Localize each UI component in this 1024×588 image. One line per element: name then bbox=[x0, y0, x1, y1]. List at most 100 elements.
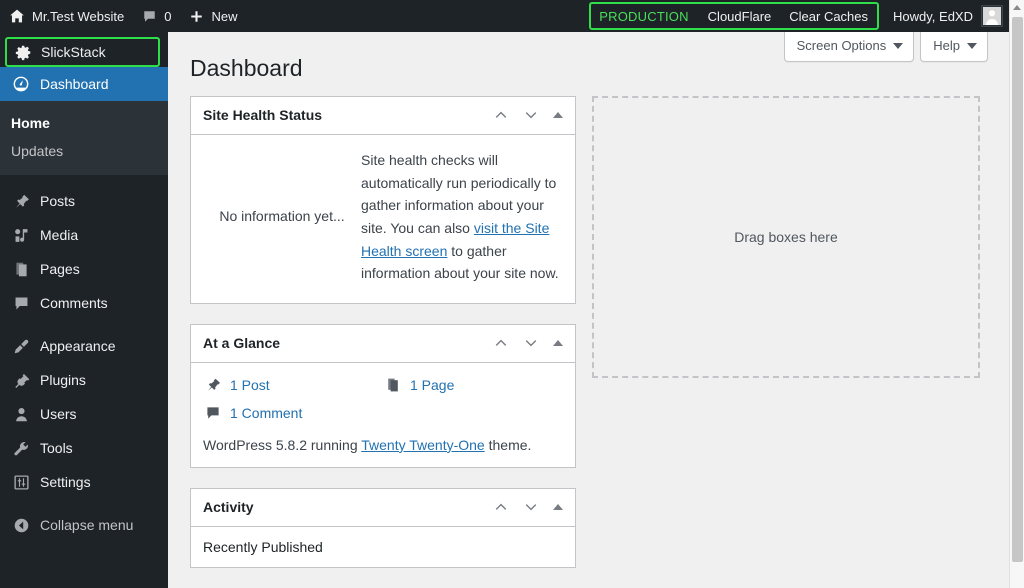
glance-version-prefix: WordPress 5.8.2 running bbox=[203, 436, 362, 453]
drag-boxes-label: Drag boxes here bbox=[734, 228, 838, 245]
sliders-icon bbox=[11, 474, 31, 491]
glance-version-suffix: theme. bbox=[484, 436, 532, 453]
adminbar-clear-caches[interactable]: Clear Caches bbox=[780, 0, 877, 32]
widget-activity: Activity Recently Published bbox=[190, 487, 576, 568]
adminbar-howdy-label: Howdy, EdXD bbox=[893, 8, 973, 24]
move-down-icon[interactable] bbox=[523, 107, 539, 123]
activity-recently-published: Recently Published bbox=[203, 538, 323, 555]
glance-comments-link[interactable]: 1 Comment bbox=[203, 399, 383, 427]
comment-icon bbox=[11, 295, 31, 312]
move-down-icon[interactable] bbox=[523, 335, 539, 351]
pages-icon bbox=[383, 377, 403, 393]
sidebar-item-posts-label: Posts bbox=[40, 193, 76, 209]
scroll-up-arrow-icon[interactable] bbox=[1010, 0, 1024, 15]
pages-icon bbox=[11, 261, 31, 278]
adminbar-cloudflare[interactable]: CloudFlare bbox=[699, 0, 781, 32]
media-icon bbox=[11, 227, 31, 244]
sidebar-item-pages[interactable]: Pages bbox=[0, 252, 168, 286]
adminbar-comments-count: 0 bbox=[164, 8, 172, 24]
chevron-down-icon bbox=[893, 42, 904, 49]
pin-icon bbox=[11, 193, 31, 210]
sidebar-item-slickstack[interactable]: SlickStack bbox=[5, 37, 160, 67]
screen-options-label: Screen Options bbox=[796, 38, 887, 53]
brush-icon bbox=[11, 338, 31, 355]
dashboard-column-right: Drag boxes here bbox=[576, 95, 980, 588]
sidebar-item-comments[interactable]: Comments bbox=[0, 286, 168, 320]
glance-counts: 1 Post 1 Page 1 Comment bbox=[191, 363, 575, 427]
move-up-icon[interactable] bbox=[493, 107, 509, 123]
scrollbar-thumb[interactable] bbox=[1012, 17, 1023, 562]
sidebar-item-media-label: Media bbox=[40, 227, 79, 243]
move-up-icon[interactable] bbox=[493, 499, 509, 515]
glance-version-line: WordPress 5.8.2 running Twenty Twenty-On… bbox=[191, 427, 575, 467]
pin-icon bbox=[203, 377, 223, 393]
widget-actions bbox=[493, 107, 563, 123]
glance-posts-label: 1 Post bbox=[230, 376, 270, 393]
collapse-menu-button[interactable]: Collapse menu bbox=[0, 508, 168, 542]
environment-group: PRODUCTION CloudFlare Clear Caches bbox=[589, 0, 880, 32]
user-avatar-icon bbox=[983, 7, 1001, 25]
main-content: Screen Options Help Dashboard Site Healt… bbox=[168, 32, 1009, 588]
screen-options-button[interactable]: Screen Options bbox=[783, 32, 915, 62]
sidebar-item-media[interactable]: Media bbox=[0, 218, 168, 252]
admin-bar: Mr.Test Website 0 New PRODUCTION CloudFl… bbox=[0, 0, 1009, 32]
page-scrollbar[interactable] bbox=[1009, 0, 1024, 588]
widget-activity-header: Activity bbox=[191, 489, 575, 527]
sidebar-item-tools-label: Tools bbox=[40, 440, 73, 456]
user-icon bbox=[11, 406, 31, 423]
sidebar-item-plugins-label: Plugins bbox=[40, 372, 86, 388]
slickstack-wrap: SlickStack bbox=[0, 32, 168, 67]
wrench-icon bbox=[11, 440, 31, 457]
glance-comments-label: 1 Comment bbox=[230, 404, 303, 421]
adminbar-howdy[interactable]: Howdy, EdXD bbox=[883, 5, 1009, 27]
toggle-panel-icon[interactable] bbox=[553, 504, 563, 511]
help-label: Help bbox=[933, 38, 960, 53]
glance-theme-link[interactable]: Twenty Twenty-One bbox=[361, 437, 484, 453]
home-icon bbox=[9, 8, 25, 24]
dashboard-column-left: Site Health Status No information yet...… bbox=[190, 95, 576, 588]
sidebar-item-slickstack-label: SlickStack bbox=[41, 44, 106, 60]
help-button[interactable]: Help bbox=[920, 32, 988, 62]
drag-boxes-placeholder[interactable]: Drag boxes here bbox=[592, 95, 980, 378]
glance-pages-link[interactable]: 1 Page bbox=[383, 371, 563, 399]
widget-site-health: Site Health Status No information yet...… bbox=[190, 95, 576, 304]
menu-separator-3 bbox=[0, 499, 168, 508]
dashboard-columns: Site Health Status No information yet...… bbox=[168, 95, 1009, 588]
move-down-icon[interactable] bbox=[523, 499, 539, 515]
collapse-menu-label: Collapse menu bbox=[40, 517, 134, 533]
widget-at-a-glance-title: At a Glance bbox=[203, 335, 281, 352]
sidebar-item-settings[interactable]: Settings bbox=[0, 465, 168, 499]
widget-site-health-title: Site Health Status bbox=[203, 107, 323, 124]
sidebar-item-settings-label: Settings bbox=[40, 474, 91, 490]
widget-site-health-body: No information yet... Site health checks… bbox=[191, 135, 575, 303]
collapse-arrow-icon bbox=[11, 517, 31, 534]
sidebar-subitem-updates[interactable]: Updates bbox=[0, 137, 168, 165]
sidebar-item-appearance[interactable]: Appearance bbox=[0, 329, 168, 363]
sidebar-item-appearance-label: Appearance bbox=[40, 338, 116, 354]
sidebar-item-users[interactable]: Users bbox=[0, 397, 168, 431]
sidebar-item-pages-label: Pages bbox=[40, 261, 80, 277]
glance-posts-link[interactable]: 1 Post bbox=[203, 371, 383, 399]
sidebar-item-tools[interactable]: Tools bbox=[0, 431, 168, 465]
chevron-down-icon bbox=[967, 42, 977, 49]
widget-activity-title: Activity bbox=[203, 499, 254, 516]
toggle-panel-icon[interactable] bbox=[553, 340, 563, 347]
adminbar-site-name[interactable]: Mr.Test Website bbox=[0, 0, 133, 32]
widget-at-a-glance-header: At a Glance bbox=[191, 325, 575, 363]
adminbar-new-label: New bbox=[211, 8, 238, 24]
widget-at-a-glance-body: 1 Post 1 Page 1 Comment WordPress 5.8.2 … bbox=[191, 363, 575, 467]
toggle-panel-icon[interactable] bbox=[553, 112, 563, 119]
widget-actions bbox=[493, 335, 563, 351]
move-up-icon[interactable] bbox=[493, 335, 509, 351]
plug-icon bbox=[11, 372, 31, 389]
sidebar-item-plugins[interactable]: Plugins bbox=[0, 363, 168, 397]
sidebar-item-posts[interactable]: Posts bbox=[0, 184, 168, 218]
widget-site-health-header: Site Health Status bbox=[191, 97, 575, 135]
comment-icon bbox=[203, 405, 223, 421]
sidebar-item-dashboard[interactable]: Dashboard bbox=[0, 67, 176, 101]
sidebar-item-dashboard-label: Dashboard bbox=[40, 76, 109, 92]
admin-sidebar: SlickStack Dashboard Home Updates Posts … bbox=[0, 32, 176, 588]
adminbar-comments[interactable]: 0 bbox=[133, 0, 180, 32]
sidebar-subitem-home[interactable]: Home bbox=[0, 109, 168, 137]
adminbar-new[interactable]: New bbox=[180, 0, 246, 32]
